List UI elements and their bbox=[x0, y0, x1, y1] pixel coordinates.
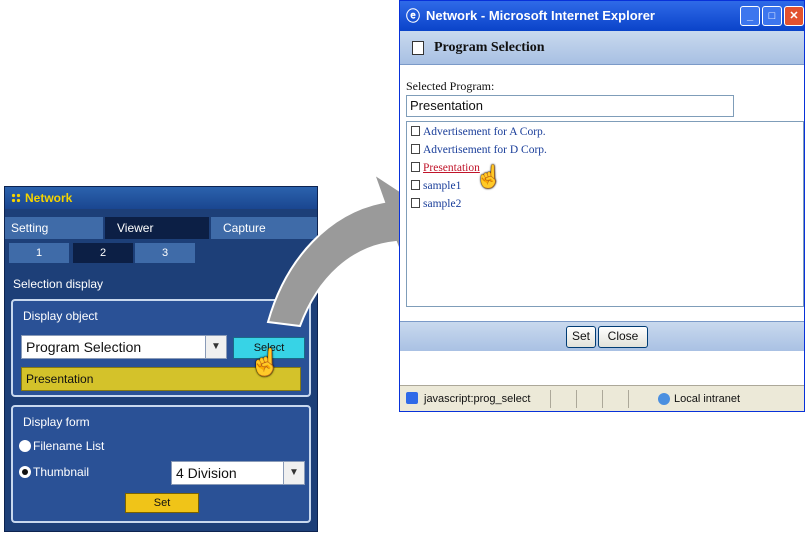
document-icon bbox=[411, 144, 420, 154]
set-button[interactable]: Set bbox=[566, 326, 596, 348]
document-icon bbox=[411, 162, 420, 172]
list-item-label[interactable]: sample1 bbox=[423, 180, 461, 192]
ie-titlebar: ⓔ Network - Microsoft Internet Explorer … bbox=[400, 1, 804, 31]
subtab-bar: 1 2 3 bbox=[5, 243, 317, 263]
panel-title-text: Network bbox=[25, 191, 73, 205]
radio-filename-list-label: Filename List bbox=[33, 439, 105, 453]
display-object-label: Display object bbox=[23, 309, 98, 323]
radio-filename-list[interactable]: Filename List bbox=[19, 439, 104, 453]
subtab-1[interactable]: 1 bbox=[9, 243, 69, 263]
status-text: javascript:prog_select bbox=[424, 393, 531, 405]
set-button[interactable]: Set bbox=[125, 493, 199, 513]
display-object-dropdown-value: Program Selection bbox=[26, 339, 142, 355]
selected-program-label: Selected Program: bbox=[406, 79, 495, 93]
list-item-label[interactable]: Presentation bbox=[423, 162, 480, 174]
status-bar: javascript:prog_select Local intranet bbox=[400, 385, 804, 411]
status-divider bbox=[550, 390, 551, 408]
list-item-label[interactable]: Advertisement for A Corp. bbox=[423, 126, 546, 138]
program-list: Advertisement for A Corp. Advertisement … bbox=[406, 121, 804, 307]
document-icon bbox=[412, 41, 424, 55]
chevron-down-icon[interactable]: ▼ bbox=[205, 336, 226, 358]
display-form-group: Display form Filename List Thumbnail 4 D… bbox=[11, 405, 311, 523]
division-dropdown-value: 4 Division bbox=[176, 465, 237, 481]
selected-program-input[interactable]: Presentation bbox=[406, 95, 734, 117]
ie-logo-icon: ⓔ bbox=[406, 8, 420, 24]
tab-viewer[interactable]: Viewer bbox=[105, 217, 209, 239]
tab-setting[interactable]: Setting bbox=[5, 217, 103, 239]
list-item[interactable]: Presentation bbox=[411, 162, 480, 174]
ie-content: Selected Program: Presentation Advertise… bbox=[400, 65, 804, 321]
radio-thumbnail-label: Thumbnail bbox=[33, 465, 90, 479]
maximize-button[interactable]: □ bbox=[762, 6, 782, 26]
status-divider bbox=[628, 390, 629, 408]
status-divider bbox=[602, 390, 603, 408]
display-form-label: Display form bbox=[23, 415, 90, 429]
zone-text: Local intranet bbox=[674, 393, 741, 405]
radio-selected-icon[interactable] bbox=[19, 466, 31, 478]
document-icon bbox=[411, 180, 420, 190]
list-item[interactable]: Advertisement for A Corp. bbox=[411, 126, 546, 138]
chevron-down-icon[interactable]: ▼ bbox=[283, 462, 304, 484]
section-title: Selection display bbox=[13, 277, 104, 291]
ie-title: Network - Microsoft Internet Explorer bbox=[426, 8, 655, 23]
subtab-2[interactable]: 2 bbox=[73, 243, 133, 263]
minimize-button[interactable]: _ bbox=[740, 6, 760, 26]
page-icon bbox=[406, 392, 418, 404]
display-object-dropdown[interactable]: Program Selection ▼ bbox=[21, 335, 227, 359]
list-item-label[interactable]: Advertisement for D Corp. bbox=[423, 144, 547, 156]
tab-bar: Setting Viewer Capture bbox=[5, 217, 317, 239]
header-title: Program Selection bbox=[434, 40, 545, 55]
hand-pointer-icon: ☝ bbox=[475, 164, 503, 189]
list-item[interactable]: Advertisement for D Corp. bbox=[411, 144, 547, 156]
button-bar: Set Close bbox=[400, 321, 804, 352]
close-button[interactable]: Close bbox=[598, 326, 648, 348]
document-icon bbox=[411, 126, 420, 136]
close-window-button[interactable]: ✕ bbox=[784, 6, 804, 26]
document-icon bbox=[411, 198, 420, 208]
list-item-label[interactable]: sample2 bbox=[423, 198, 461, 210]
tab-capture[interactable]: Capture bbox=[211, 217, 317, 239]
ie-window: ⓔ Network - Microsoft Internet Explorer … bbox=[399, 0, 805, 412]
radio-thumbnail[interactable]: Thumbnail bbox=[19, 465, 89, 479]
list-item[interactable]: sample1 bbox=[411, 180, 461, 192]
grid-dots-icon bbox=[11, 193, 21, 203]
panel-title: Network bbox=[5, 187, 317, 209]
radio-circle-icon[interactable] bbox=[19, 440, 31, 452]
hand-pointer-icon: ☝ bbox=[249, 347, 282, 377]
status-divider bbox=[576, 390, 577, 408]
list-item[interactable]: sample2 bbox=[411, 198, 461, 210]
program-selection-header: Program Selection bbox=[400, 31, 804, 65]
subtab-3[interactable]: 3 bbox=[135, 243, 195, 263]
blank-area bbox=[400, 351, 804, 385]
division-dropdown[interactable]: 4 Division ▼ bbox=[171, 461, 305, 485]
network-panel: Network Setting Viewer Capture 1 2 3 Sel… bbox=[4, 186, 318, 532]
globe-icon bbox=[658, 393, 670, 405]
